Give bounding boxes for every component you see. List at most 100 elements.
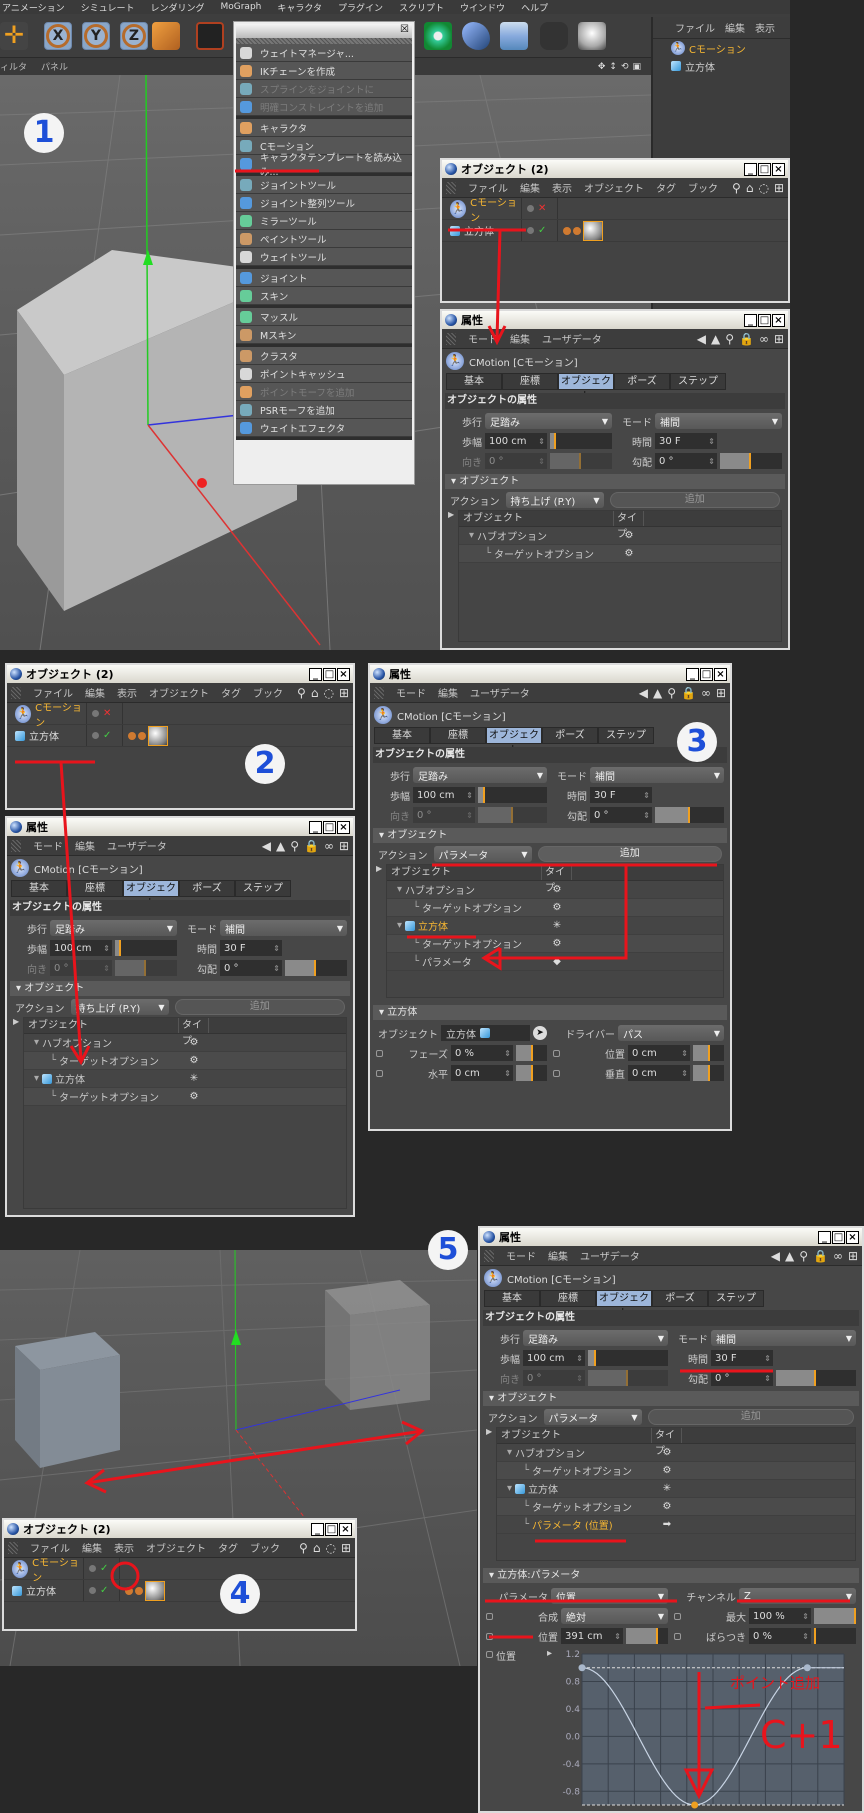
- number-field[interactable]: 100 cm ⇕: [50, 940, 112, 956]
- material-tag-icon[interactable]: [148, 725, 168, 746]
- tab[interactable]: ステップ: [235, 880, 291, 897]
- menu-item[interactable]: キャラクタ: [236, 119, 412, 137]
- lock-icon[interactable]: 🔒: [739, 332, 754, 346]
- panel-menu-item[interactable]: 編集: [438, 685, 458, 700]
- tab[interactable]: オブジェクト: [123, 880, 179, 909]
- subsection-header[interactable]: ▾ オブジェクト: [445, 474, 785, 489]
- slider[interactable]: [516, 1045, 547, 1061]
- tree-row[interactable]: └ パラメータ (位置) ➡: [497, 1516, 855, 1534]
- close-button[interactable]: ×: [772, 162, 785, 176]
- attributes-titlebar[interactable]: 属性 _ □ ×: [442, 311, 788, 329]
- animate-checkbox[interactable]: [486, 1632, 493, 1640]
- viewport-nav-icons[interactable]: ✥↕⟲▣: [598, 62, 651, 72]
- panel-menu-item[interactable]: 編集: [85, 685, 105, 700]
- menu-item[interactable]: ジョイント: [236, 269, 412, 287]
- minimize-button[interactable]: _: [818, 1230, 831, 1244]
- panel-menu-item[interactable]: 表示: [114, 1540, 134, 1555]
- panel-menu-item[interactable]: モード: [396, 685, 426, 700]
- object-row[interactable]: 立方体 ✓: [7, 725, 353, 747]
- app-menu-item[interactable]: シミュレート: [81, 1, 135, 14]
- light-bulb-icon[interactable]: [578, 22, 606, 50]
- home-icon[interactable]: ⌂: [746, 181, 754, 195]
- attributes-titlebar[interactable]: 属性 _ □ ×: [370, 665, 730, 683]
- panel-menu-item[interactable]: モード: [33, 838, 63, 853]
- number-field[interactable]: 0 % ⇕: [451, 1045, 513, 1061]
- tab[interactable]: 基本: [446, 373, 502, 390]
- dropdown[interactable]: 補間 ▼: [220, 920, 347, 936]
- close-button[interactable]: ×: [337, 667, 350, 681]
- menu-file[interactable]: ファイル: [675, 20, 715, 35]
- number-field[interactable]: 100 cm ⇕: [523, 1350, 585, 1366]
- panel-menu-item[interactable]: ユーザデータ: [470, 685, 530, 700]
- maximize-button[interactable]: □: [758, 162, 771, 176]
- floor-icon[interactable]: [500, 22, 528, 50]
- uvw-tag-icon[interactable]: [128, 731, 136, 740]
- object-manager-titlebar[interactable]: オブジェクト (2) _ □ ×: [442, 160, 788, 178]
- new-window-icon[interactable]: ⊞: [848, 1249, 858, 1263]
- layer-dot[interactable]: [92, 710, 99, 717]
- dropdown[interactable]: 位置 ▼: [551, 1588, 668, 1604]
- number-field[interactable]: 0 cm ⇕: [628, 1045, 690, 1061]
- panel-menu-item[interactable]: タグ: [221, 685, 241, 700]
- minimize-button[interactable]: _: [744, 162, 757, 176]
- panel-menu-item[interactable]: 編集: [520, 180, 540, 195]
- slider[interactable]: [693, 1065, 724, 1081]
- slider[interactable]: [655, 807, 724, 823]
- minimize-button[interactable]: _: [311, 1522, 324, 1536]
- lock-icon[interactable]: 🔒: [813, 1249, 828, 1263]
- x-axis-lock-button[interactable]: X: [44, 22, 72, 50]
- subsection-header[interactable]: ▾ 立方体: [373, 1005, 727, 1020]
- pick-arrow-icon[interactable]: ➤: [533, 1026, 547, 1040]
- new-window-icon[interactable]: ⊞: [339, 686, 349, 700]
- number-field[interactable]: 0 cm ⇕: [628, 1065, 690, 1081]
- close-button[interactable]: ×: [339, 1522, 352, 1536]
- attributes-titlebar[interactable]: 属性 _ □ ×: [7, 818, 353, 836]
- dropdown[interactable]: 足踏み ▼: [413, 767, 547, 783]
- layer-dot[interactable]: [92, 732, 99, 739]
- link-icon[interactable]: ∞: [833, 1249, 843, 1263]
- new-window-icon[interactable]: ⊞: [716, 686, 726, 700]
- eye-icon[interactable]: ◌: [323, 686, 333, 700]
- dropdown[interactable]: 絶対 ▼: [561, 1608, 668, 1624]
- grip-handle[interactable]: [446, 181, 456, 194]
- maximize-button[interactable]: □: [323, 667, 336, 681]
- menu-item[interactable]: ジョイント整列ツール: [236, 194, 412, 212]
- spline-point[interactable]: [578, 1664, 586, 1672]
- action-dropdown[interactable]: パラメータ ▼: [433, 846, 532, 862]
- app-menu-item[interactable]: スクリプト: [399, 1, 444, 14]
- slider[interactable]: [814, 1628, 856, 1644]
- app-menu-item[interactable]: MoGraph: [220, 2, 261, 12]
- panel-menu-item[interactable]: オブジェクト: [149, 685, 209, 700]
- number-field[interactable]: 0 ° ⇕: [220, 960, 282, 976]
- spline-point[interactable]: [803, 1664, 811, 1672]
- number-field[interactable]: 0 % ⇕: [749, 1628, 811, 1644]
- panel-menu-item[interactable]: タグ: [218, 1540, 238, 1555]
- slider[interactable]: [516, 1065, 547, 1081]
- up-arrow-icon[interactable]: ▲: [653, 686, 662, 700]
- number-field[interactable]: 0 ° ⇕: [655, 453, 717, 469]
- minimize-button[interactable]: _: [309, 820, 322, 834]
- maximize-button[interactable]: □: [758, 313, 771, 327]
- panel-menu-item[interactable]: 編集: [510, 331, 530, 346]
- disabled-x-icon[interactable]: ✕: [103, 708, 111, 719]
- tab[interactable]: 基本: [11, 880, 67, 897]
- slider[interactable]: [626, 1628, 668, 1644]
- back-arrow-icon[interactable]: ◀: [697, 332, 706, 346]
- add-button[interactable]: 追加: [609, 492, 780, 508]
- menu-item[interactable]: クラスタ: [236, 347, 412, 365]
- dropdown[interactable]: Z ▼: [739, 1588, 856, 1604]
- number-field[interactable]: 100 % ⇕: [749, 1608, 811, 1624]
- panel-menu-item[interactable]: オブジェクト: [584, 180, 644, 195]
- y-axis-lock-button[interactable]: Y: [82, 22, 110, 50]
- dropdown[interactable]: 補間 ▼: [655, 413, 782, 429]
- close-button[interactable]: ×: [337, 820, 350, 834]
- lock-icon[interactable]: 🔒: [681, 686, 696, 700]
- subsection-header[interactable]: ▾ オブジェクト: [10, 981, 350, 996]
- tab[interactable]: 座標: [502, 373, 558, 390]
- new-window-icon[interactable]: ⊞: [774, 181, 784, 195]
- enabled-check-icon[interactable]: ✓: [103, 730, 111, 741]
- back-arrow-icon[interactable]: ◀: [262, 839, 271, 853]
- action-dropdown[interactable]: 持ち上げ (P.Y) ▼: [70, 999, 169, 1015]
- number-field[interactable]: 100 cm ⇕: [485, 433, 547, 449]
- home-icon[interactable]: ⌂: [313, 1541, 321, 1555]
